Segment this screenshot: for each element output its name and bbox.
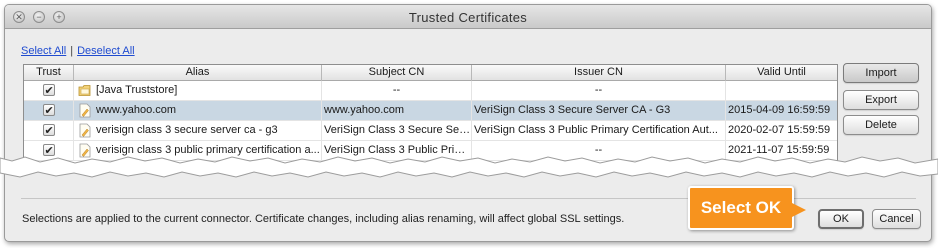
alias-text: [Java Truststore] (96, 84, 178, 96)
table-header: Trust Alias Subject CN Issuer CN Valid U… (24, 65, 837, 81)
table-row[interactable]: ✔ [Java Truststore] -- -- (24, 81, 837, 101)
import-button[interactable]: Import (843, 63, 919, 83)
torn-edge-divider (0, 156, 938, 178)
valid-until-cell: 2020-02-07 15:59:59 (728, 124, 831, 136)
link-separator: | (70, 45, 74, 57)
deselect-all-link[interactable]: Deselect All (77, 45, 134, 57)
window-title: Trusted Certificates (408, 10, 528, 25)
alias-text: www.yahoo.com (96, 104, 177, 116)
table-row[interactable]: ✔ www.yahoo.com www.yahoo.com VeriSign C… (24, 101, 837, 121)
alias-text: verisign class 3 secure server ca - g3 (96, 124, 278, 136)
cancel-button[interactable]: Cancel (872, 209, 921, 229)
delete-button[interactable]: Delete (843, 115, 919, 135)
subject-cn-cell: -- (322, 81, 472, 101)
column-header-issuer-cn[interactable]: Issuer CN (472, 65, 726, 81)
trust-checkbox[interactable]: ✔ (42, 84, 55, 97)
subject-cn-cell: VeriSign Class 3 Secure Ser... (322, 121, 472, 141)
export-button[interactable]: Export (843, 90, 919, 110)
checkmark-icon: ✔ (44, 105, 54, 117)
issuer-cn-cell: VeriSign Class 3 Secure Server CA - G3 (472, 101, 726, 121)
issuer-cn-cell: VeriSign Class 3 Public Primary Certific… (472, 121, 726, 141)
trust-checkbox[interactable]: ✔ (42, 104, 55, 117)
trust-checkbox[interactable]: ✔ (42, 124, 55, 137)
valid-until-cell (726, 81, 837, 101)
select-ok-callout: Select OK (688, 186, 794, 230)
column-header-alias[interactable]: Alias (74, 65, 322, 81)
title-bar: ✕ − + Trusted Certificates (5, 5, 931, 29)
callout-arrow-icon (792, 203, 806, 217)
subject-cn-cell: www.yahoo.com (322, 101, 472, 121)
certificate-icon (79, 123, 91, 138)
certificate-icon (79, 103, 91, 118)
column-header-subject-cn[interactable]: Subject CN (322, 65, 472, 81)
selection-links: Select All | Deselect All (21, 45, 135, 57)
valid-until-cell: 2015-04-09 16:59:59 (728, 104, 831, 116)
table-row[interactable]: ✔ verisign class 3 secure server ca - g3… (24, 121, 837, 141)
select-all-link[interactable]: Select All (21, 45, 66, 57)
checkmark-icon: ✔ (44, 85, 54, 97)
folder-icon (78, 85, 91, 96)
issuer-cn-cell: -- (472, 81, 726, 101)
column-header-trust[interactable]: Trust (24, 65, 74, 81)
checkmark-icon: ✔ (44, 125, 54, 137)
status-message: Selections are applied to the current co… (22, 213, 625, 225)
ok-button[interactable]: OK (818, 209, 864, 229)
column-header-valid-until[interactable]: Valid Until (726, 65, 837, 81)
